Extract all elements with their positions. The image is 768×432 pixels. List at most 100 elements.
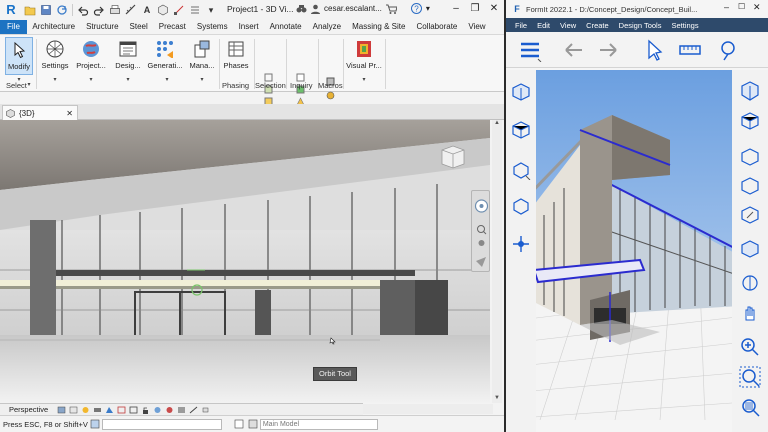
menu-file[interactable]: File <box>510 21 532 30</box>
modify-button[interactable]: Modify <box>5 37 33 75</box>
macro-security-icon[interactable] <box>326 91 335 100</box>
cube-solid-icon[interactable] <box>511 196 531 216</box>
layers-list-icon[interactable] <box>518 38 542 62</box>
tab-collaborate[interactable]: Collaborate <box>411 20 463 34</box>
project-dropdown-icon[interactable]: ▾ <box>88 77 94 83</box>
tab-systems[interactable]: Systems <box>191 20 233 34</box>
thin-lines-icon[interactable] <box>189 4 201 16</box>
orbit-icon[interactable] <box>739 146 761 168</box>
design-dropdown-icon[interactable]: ▾ <box>125 77 131 83</box>
help-dropdown-icon[interactable]: ▾ <box>426 4 430 13</box>
binoculars-icon[interactable] <box>296 4 307 14</box>
steering-wheel-icon[interactable] <box>474 199 489 213</box>
crop-view-icon[interactable] <box>117 406 126 414</box>
user-icon[interactable] <box>311 4 320 14</box>
section-icon[interactable] <box>173 4 185 16</box>
tab-architecture[interactable]: Architecture <box>27 20 81 34</box>
sync-icon[interactable] <box>56 4 68 16</box>
reveal-hidden-icon[interactable] <box>165 406 174 414</box>
view-tab-3d[interactable]: {3D} ✕ <box>2 105 78 120</box>
undo-icon[interactable] <box>562 38 586 62</box>
pan-icon[interactable] <box>476 257 486 267</box>
settings-dropdown-icon[interactable]: ▾ <box>52 77 58 83</box>
revit-logo-icon[interactable]: R <box>3 2 19 18</box>
zoom-in-icon[interactable] <box>739 336 761 358</box>
highlight-displacement-icon[interactable] <box>201 406 210 414</box>
tab-massing-site[interactable]: Massing & Site <box>347 20 411 34</box>
cart-icon[interactable] <box>385 4 397 14</box>
workset-dropdown[interactable] <box>101 418 222 430</box>
close-tab-icon[interactable]: ✕ <box>66 109 73 118</box>
project-button[interactable]: Project... <box>75 37 107 75</box>
home-view-icon[interactable] <box>739 238 761 260</box>
formit-3d-canvas[interactable] <box>520 70 746 420</box>
visual-programming-dropdown-icon[interactable]: ▾ <box>361 77 367 83</box>
manage-button[interactable]: Mana... <box>188 37 216 75</box>
unlocked-view-icon[interactable] <box>141 406 150 414</box>
tab-precast[interactable]: Precast <box>153 20 191 34</box>
generative-design-button[interactable]: Generati... <box>147 37 183 75</box>
redo-icon[interactable] <box>596 38 620 62</box>
measure-icon[interactable] <box>125 4 137 16</box>
visual-programming-button[interactable]: Visual Pr... <box>346 37 382 75</box>
tab-view[interactable]: View <box>463 20 491 34</box>
phases-button[interactable]: Phases <box>222 37 250 75</box>
user-name[interactable]: cesar.escalant... <box>324 4 382 13</box>
select-cursor-icon[interactable] <box>642 38 666 62</box>
group-label-select[interactable]: Select <box>6 81 27 90</box>
generative-dropdown-icon[interactable]: ▾ <box>164 77 170 83</box>
scroll-up-icon[interactable]: ▲ <box>493 120 501 128</box>
design-option-dropdown[interactable]: Main Model <box>259 418 378 430</box>
detail-level-icon[interactable] <box>69 406 78 414</box>
menu-edit[interactable]: Edit <box>532 21 555 30</box>
design-option-icon[interactable] <box>248 419 258 429</box>
orbit-icon[interactable] <box>478 240 485 246</box>
hand-pan-icon[interactable] <box>739 302 761 324</box>
open-icon[interactable] <box>24 4 36 16</box>
zoom-icon[interactable] <box>477 225 487 235</box>
view-cube-icon[interactable] <box>511 82 531 102</box>
zoom-extents-icon[interactable] <box>739 366 761 388</box>
sun-path-icon[interactable] <box>81 406 90 414</box>
shadows-icon[interactable] <box>93 406 102 414</box>
horizontal-scrollbar[interactable] <box>363 404 493 414</box>
maximize-icon[interactable]: ☐ <box>738 2 745 11</box>
save-icon[interactable] <box>40 4 52 16</box>
worksharing-icon[interactable] <box>177 406 186 414</box>
undo-icon[interactable] <box>77 4 89 16</box>
tab-insert[interactable]: Insert <box>233 20 264 34</box>
group-icon[interactable] <box>511 160 531 180</box>
menu-view[interactable]: View <box>555 21 581 30</box>
explode-icon[interactable] <box>739 110 761 132</box>
menu-design-tools[interactable]: Design Tools <box>614 21 667 30</box>
tab-file[interactable]: File <box>0 20 27 34</box>
dropdown-icon[interactable]: ▾ <box>205 4 217 16</box>
manage-dropdown-icon[interactable]: ▾ <box>199 77 205 83</box>
vertical-scrollbar[interactable]: ▲ ▼ <box>492 120 502 403</box>
print-icon[interactable] <box>109 4 121 16</box>
minimize-icon[interactable]: – <box>448 2 464 16</box>
select-dropdown-icon[interactable]: ▾ <box>26 82 32 88</box>
pan-icon[interactable] <box>739 175 761 197</box>
tab-annotate[interactable]: Annotate <box>264 20 307 34</box>
explode-icon[interactable] <box>511 120 531 140</box>
workset-icon[interactable] <box>90 419 100 429</box>
settings-button[interactable]: Settings <box>40 37 70 75</box>
tape-measure-icon[interactable] <box>678 38 702 62</box>
scroll-down-icon[interactable]: ▼ <box>493 395 501 403</box>
redo-icon[interactable] <box>93 4 105 16</box>
zoom-selected-icon[interactable] <box>739 396 761 418</box>
text-icon[interactable]: A <box>141 4 153 16</box>
menu-create[interactable]: Create <box>581 21 614 30</box>
view-cube-icon[interactable] <box>739 80 761 102</box>
walk-icon[interactable] <box>739 204 761 226</box>
temporary-hide-icon[interactable] <box>153 406 162 414</box>
help-icon[interactable]: ? <box>410 3 422 14</box>
minimize-icon[interactable]: – <box>724 2 729 12</box>
move-icon[interactable] <box>511 234 531 254</box>
visual-style-icon[interactable] <box>57 406 66 414</box>
show-crop-icon[interactable] <box>129 406 138 414</box>
tab-steel[interactable]: Steel <box>124 20 153 34</box>
design-options-button[interactable]: Desig... <box>113 37 143 75</box>
3d-view-icon[interactable] <box>157 4 169 16</box>
